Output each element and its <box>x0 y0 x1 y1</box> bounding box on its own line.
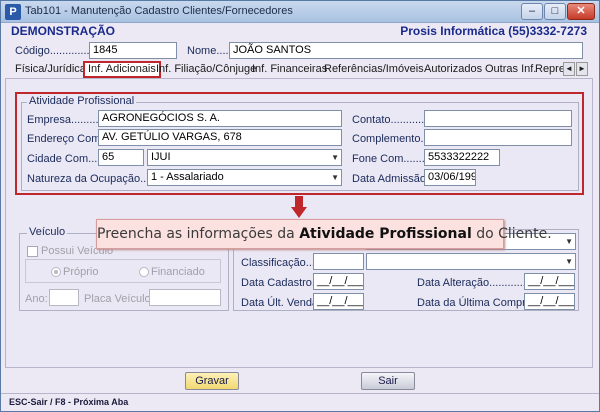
fone-label: Fone Com.........: <box>352 153 434 165</box>
chevron-down-icon: ▼ <box>565 237 573 246</box>
data-ult-venda-label: Data Últ. Venda: <box>241 297 322 309</box>
tab-referencias-imoveis[interactable]: Referências/Imóveis <box>324 63 424 75</box>
atividade-profissional-title: Atividade Profissional <box>27 95 137 107</box>
tab-financeiras[interactable]: Inf. Financeiras <box>252 63 327 75</box>
tab-representantes[interactable]: Repre <box>535 63 565 75</box>
main-window: P Tab101 - Manutenção Cadastro Clientes/… <box>0 0 600 412</box>
admissao-field[interactable]: 03/06/1990 <box>424 169 476 186</box>
callout-prefix: Preencha as informações da <box>97 226 300 242</box>
fone-field[interactable]: 5533322222 <box>424 149 500 166</box>
natureza-label: Natureza da Ocupação......: <box>27 173 162 185</box>
maximize-button[interactable]: □ <box>544 3 566 20</box>
tab-filiacao-conjuge[interactable]: Inf. Filiação/Cônjuge <box>156 63 256 75</box>
minimize-button[interactable]: – <box>521 3 543 20</box>
empresa-field[interactable]: AGRONEGÓCIOS S. A. <box>98 110 342 127</box>
tab-autorizados[interactable]: Autorizados <box>424 63 482 75</box>
codigo-field[interactable]: 1845 <box>89 42 177 59</box>
data-cadastro-label: Data Cadastro.... <box>241 277 325 289</box>
proprio-radio[interactable] <box>51 267 61 277</box>
company-name: DEMONSTRAÇÃO <box>11 24 115 38</box>
nome-label: Nome.....: <box>187 45 235 57</box>
admissao-label: Data Admissão: <box>352 173 430 185</box>
close-button[interactable]: ✕ <box>567 3 595 20</box>
tab-outras-inf[interactable]: Outras Inf. <box>485 63 536 75</box>
veiculo-title: Veículo <box>27 226 68 238</box>
exit-button[interactable]: Sair <box>361 372 415 390</box>
help-callout: Preencha as informações da Atividade Pro… <box>96 219 552 249</box>
proprio-label: Próprio <box>63 266 99 278</box>
callout-emphasis: Atividade Profissional <box>299 226 472 242</box>
financiado-radio[interactable] <box>139 267 149 277</box>
financiado-label: Financiado <box>151 266 205 278</box>
company-contact: Prosis Informática (55)3332-7273 <box>400 24 587 38</box>
tab-inf-adicionais[interactable]: Inf. Adicionais <box>83 61 161 78</box>
company-bar: DEMONSTRAÇÃO Prosis Informática (55)3332… <box>1 23 599 39</box>
data-alteracao-label: Data Alteração............... <box>417 277 535 289</box>
classificacao-code-field[interactable] <box>313 253 364 270</box>
data-cadastro-field[interactable]: __/__/____ <box>313 273 364 290</box>
endereco-label: Endereço Com.: <box>27 133 107 145</box>
tab-bar: Física/Jurídica Inf. Adicionais Inf. Fil… <box>1 61 599 78</box>
data-alteracao-field[interactable]: __/__/____ <box>524 273 575 290</box>
cidade-select-value: IJUI <box>151 151 171 163</box>
nome-field[interactable]: JOÃO SANTOS <box>229 42 583 59</box>
tab-scroll-right-icon[interactable]: ► <box>576 62 588 76</box>
possui-veiculo-checkbox[interactable] <box>27 246 38 257</box>
app-icon: P <box>5 4 21 20</box>
complemento-label: Complemento..: <box>352 133 430 145</box>
data-ult-compra-field[interactable]: __/__/____ <box>524 293 575 310</box>
natureza-select[interactable]: 1 - Assalariado ▼ <box>147 169 342 186</box>
codigo-label: Código............... <box>15 45 96 57</box>
endereco-field[interactable]: AV. GETÚLIO VARGAS, 678 <box>98 129 342 146</box>
classificacao-select[interactable]: ▼ <box>366 253 576 270</box>
window-title: Tab101 - Manutenção Cadastro Clientes/Fo… <box>25 5 293 17</box>
tab-fisica-juridica[interactable]: Física/Jurídica <box>15 63 86 75</box>
save-button[interactable]: Gravar <box>185 372 239 390</box>
cidade-label: Cidade Com.....: <box>27 153 107 165</box>
placa-label: Placa Veículo: <box>84 293 154 305</box>
data-ult-venda-field[interactable]: __/__/____ <box>313 293 364 310</box>
status-bar: ESC-Sair / F8 - Próxima Aba <box>1 393 599 411</box>
cidade-code-field[interactable]: 65 <box>98 149 144 166</box>
data-ult-compra-label: Data da Última Compra: <box>417 297 535 309</box>
chevron-down-icon: ▼ <box>331 173 339 182</box>
arrow-down-icon <box>291 196 307 218</box>
ano-label: Ano: <box>25 293 48 305</box>
natureza-select-value: 1 - Assalariado <box>151 171 224 183</box>
chevron-down-icon: ▼ <box>565 257 573 266</box>
status-text: ESC-Sair / F8 - Próxima Aba <box>9 397 129 407</box>
ano-field[interactable] <box>49 289 79 306</box>
chevron-down-icon: ▼ <box>331 153 339 162</box>
placa-field[interactable] <box>149 289 221 306</box>
complemento-field[interactable] <box>424 129 572 146</box>
cidade-select[interactable]: IJUI ▼ <box>147 149 342 166</box>
callout-suffix: do Cliente. <box>471 226 552 242</box>
contato-field[interactable] <box>424 110 572 127</box>
tab-scroll-left-icon[interactable]: ◄ <box>563 62 575 76</box>
classificacao-label: Classificação....: <box>241 257 322 269</box>
title-bar: P Tab101 - Manutenção Cadastro Clientes/… <box>1 1 599 23</box>
